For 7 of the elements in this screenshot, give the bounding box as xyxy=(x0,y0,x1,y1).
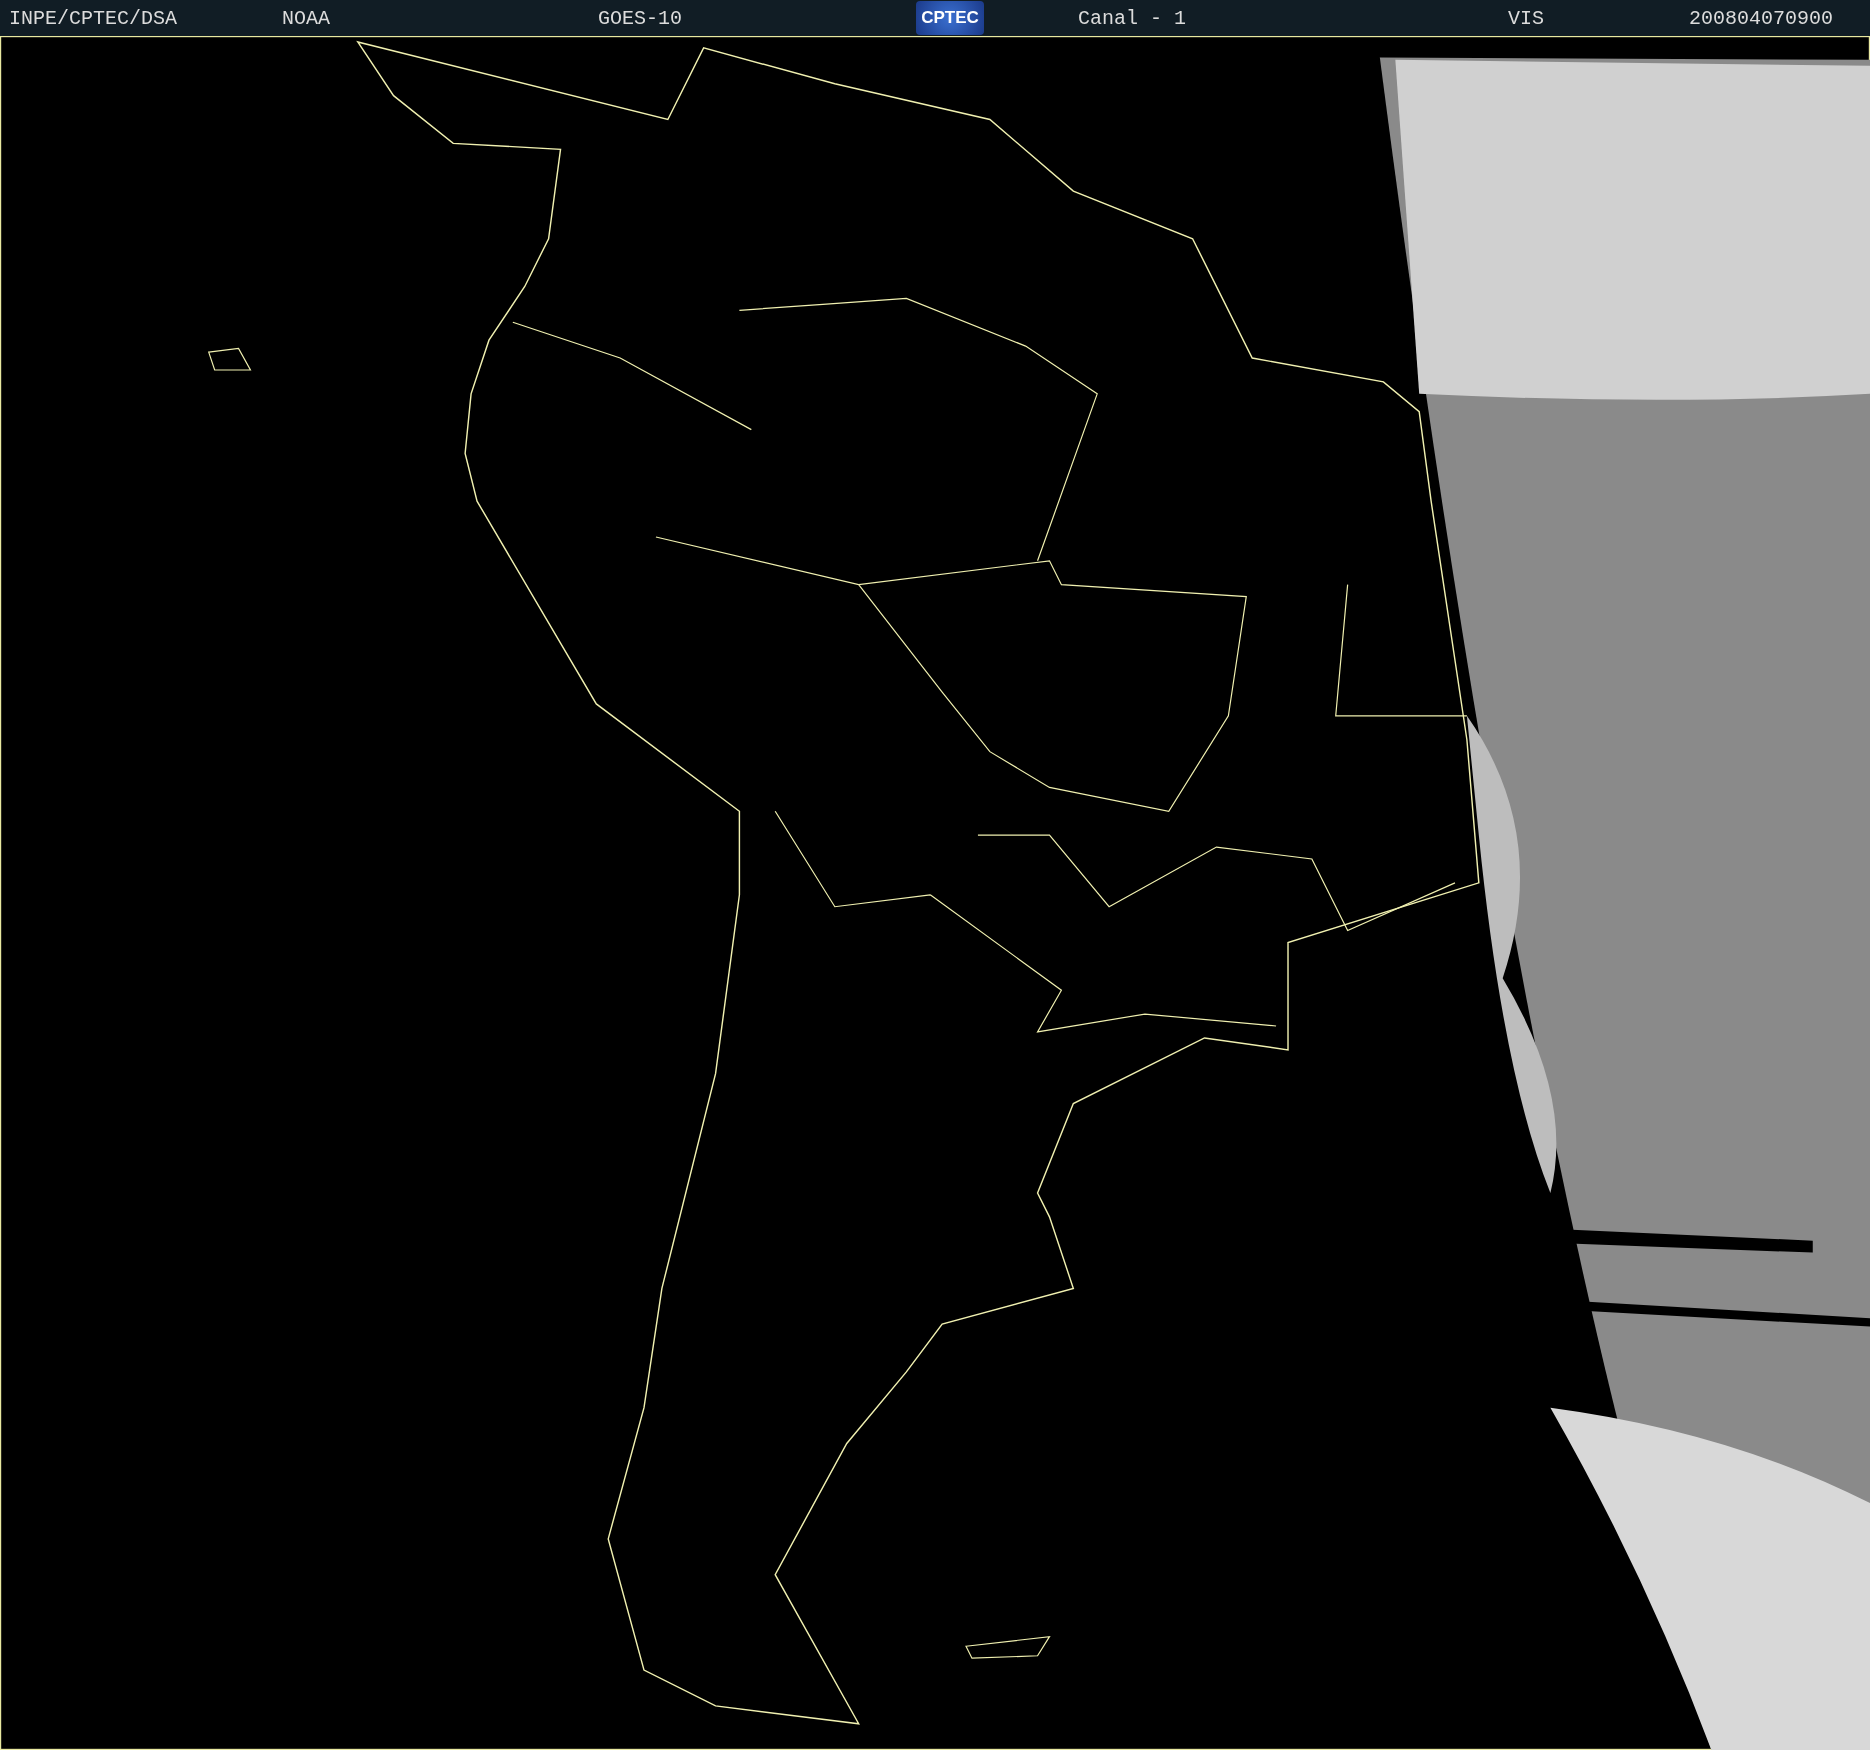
logo: CPTEC xyxy=(916,1,984,35)
header-label: INPE/CPTEC/DSA xyxy=(9,6,179,30)
header-label: GOES-10 xyxy=(598,6,683,30)
header-label: 200804070900 xyxy=(1689,6,1835,30)
header-label: NOAA xyxy=(282,6,331,30)
header-label: VIS xyxy=(1508,6,1545,30)
header-label: Canal - 1 xyxy=(1078,6,1188,30)
